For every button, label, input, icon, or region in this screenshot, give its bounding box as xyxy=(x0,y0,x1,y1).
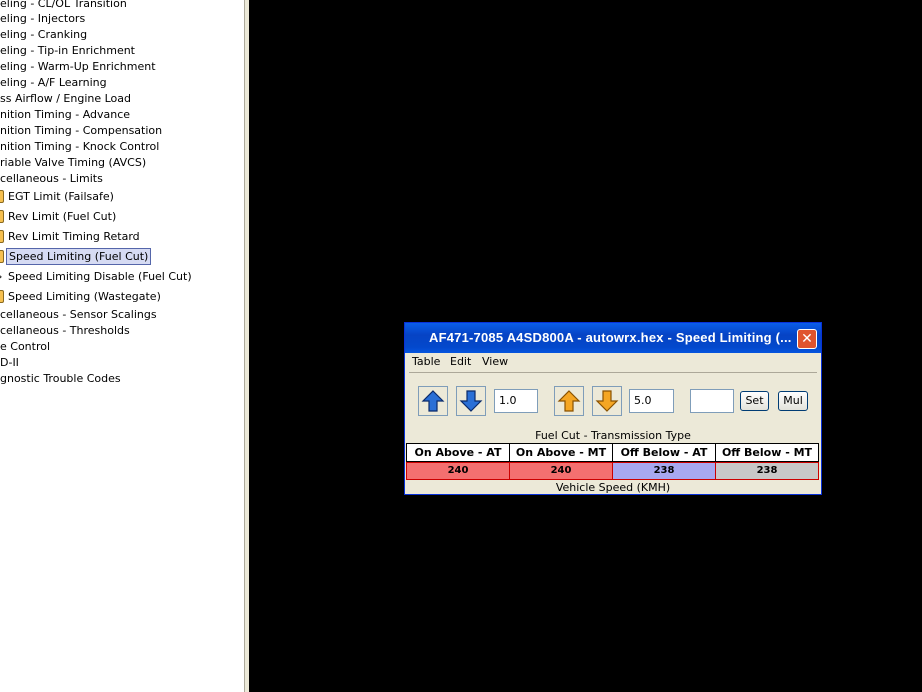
increment-value-input[interactable]: 1.0 xyxy=(494,389,538,413)
table-data-cell[interactable]: 240 xyxy=(406,462,510,480)
table-header-cell: On Above - AT xyxy=(406,443,510,462)
table-file-icon xyxy=(0,190,4,203)
multiply-value-input[interactable]: 5.0 xyxy=(629,389,674,413)
table-file-icon xyxy=(0,290,4,303)
tree-item[interactable]: D-II xyxy=(0,355,19,371)
menu-edit[interactable]: Edit xyxy=(450,355,471,368)
table-file-icon xyxy=(0,250,4,263)
multiply-button[interactable] xyxy=(554,386,584,416)
tree-item[interactable]: cellaneous - Thresholds xyxy=(0,323,130,339)
blue-up-arrow-icon xyxy=(421,390,445,412)
tree-item[interactable]: gnostic Trouble Codes xyxy=(0,371,121,387)
switch-icon: › xyxy=(0,269,2,285)
orange-up-arrow-icon xyxy=(557,390,581,412)
table-header-cell: Off Below - AT xyxy=(612,443,716,462)
tree-item[interactable]: ss Airflow / Engine Load xyxy=(0,91,131,107)
y-axis-title: Vehicle Speed (KMH) xyxy=(555,481,671,494)
table-header-cell: On Above - MT xyxy=(509,443,613,462)
menu-view[interactable]: View xyxy=(482,355,508,368)
tree-item[interactable]: nition Timing - Advance xyxy=(0,107,130,123)
panel-splitter[interactable] xyxy=(244,0,249,692)
set-button[interactable]: Set xyxy=(740,391,769,411)
table-editor-window: AF471-7085 A4SD800A - autowrx.hex - Spee… xyxy=(404,322,822,495)
tree-item[interactable]: cellaneous - Sensor Scalings xyxy=(0,307,157,323)
table-header-cell: Off Below - MT xyxy=(715,443,819,462)
mul-button[interactable]: Mul xyxy=(778,391,808,411)
tree-item[interactable]: eling - Warm-Up Enrichment xyxy=(0,59,156,75)
tree-item[interactable]: eling - Injectors xyxy=(0,11,85,27)
blue-down-arrow-icon xyxy=(459,390,483,412)
x-axis-title: Fuel Cut - Transmission Type xyxy=(535,429,691,442)
toolbar-divider xyxy=(409,372,817,373)
tree-item[interactable]: riable Valve Timing (AVCS) xyxy=(0,155,146,171)
increment-button[interactable] xyxy=(418,386,448,416)
close-icon: ✕ xyxy=(801,331,813,347)
tree-item[interactable]: nition Timing - Compensation xyxy=(0,123,162,139)
table-file-icon xyxy=(0,210,4,223)
table-tree-panel: eling - CL/OL Transition eling - Injecto… xyxy=(0,0,244,692)
close-button[interactable]: ✕ xyxy=(797,329,817,349)
tree-item[interactable]: e Control xyxy=(0,339,50,355)
orange-down-arrow-icon xyxy=(595,390,619,412)
divide-button[interactable] xyxy=(592,386,622,416)
decrement-button[interactable] xyxy=(456,386,486,416)
menu-table[interactable]: Table xyxy=(412,355,440,368)
menu-bar: Table Edit View xyxy=(405,353,821,371)
table-data-cell[interactable]: 238 xyxy=(612,462,716,480)
set-value-input[interactable] xyxy=(690,389,734,413)
table-file-icon xyxy=(0,230,4,243)
table-data-cell[interactable]: 238 xyxy=(715,462,819,480)
title-bar[interactable]: AF471-7085 A4SD800A - autowrx.hex - Spee… xyxy=(405,323,821,353)
tree-item[interactable]: eling - Tip-in Enrichment xyxy=(0,43,135,59)
tree-item[interactable]: eling - Cranking xyxy=(0,27,87,43)
tree-item[interactable]: eling - A/F Learning xyxy=(0,75,107,91)
tree-item[interactable]: cellaneous - Limits xyxy=(0,171,103,187)
window-title: AF471-7085 A4SD800A - autowrx.hex - Spee… xyxy=(429,330,792,345)
tree-item[interactable]: nition Timing - Knock Control xyxy=(0,139,159,155)
table-data-cell[interactable]: 240 xyxy=(509,462,613,480)
